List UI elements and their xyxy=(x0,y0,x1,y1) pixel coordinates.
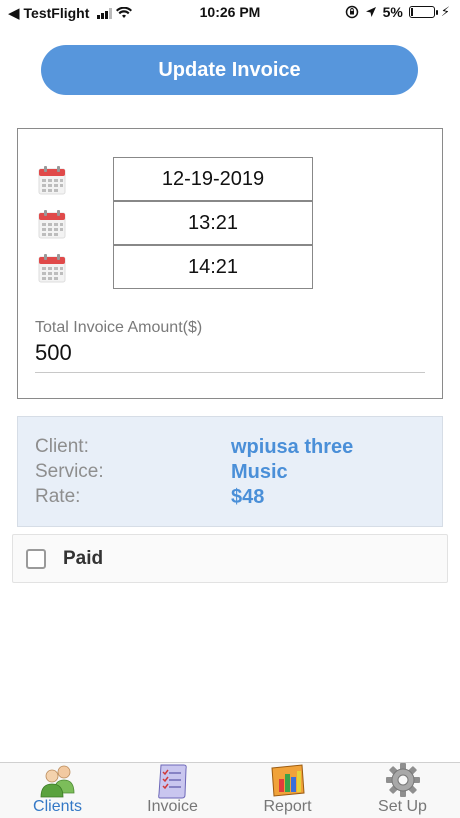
charging-bolt-icon: ⚡ xyxy=(440,4,450,19)
status-right: 5% ⚡ xyxy=(345,4,450,20)
gear-icon xyxy=(385,763,420,797)
tab-clients-label: Clients xyxy=(33,798,82,815)
date-row: 12-19-2019 xyxy=(18,157,442,201)
clients-icon xyxy=(40,765,74,798)
cellular-signal-icon xyxy=(97,7,113,19)
tab-bar: Clients Invoice Report Set Up xyxy=(0,762,460,818)
update-invoice-button[interactable]: Update Invoice xyxy=(41,45,418,95)
rotation-lock-icon xyxy=(345,5,358,19)
rate-label: Rate: xyxy=(35,486,81,507)
tab-clients[interactable]: Clients xyxy=(0,763,115,818)
wifi-icon xyxy=(116,7,133,18)
battery-icon xyxy=(408,6,438,18)
status-bar: ◀ TestFlight 10:26 PM 5% ⚡ xyxy=(0,0,460,26)
tab-invoice-label: Invoice xyxy=(147,798,198,815)
total-amount-input[interactable]: 500 xyxy=(35,340,72,366)
battery-percent: 5% xyxy=(382,4,403,20)
status-left: ◀ TestFlight xyxy=(8,4,133,22)
tab-report-label: Report xyxy=(263,798,312,815)
location-arrow-icon xyxy=(365,7,376,17)
client-label: Client: xyxy=(35,436,89,457)
end-time-field[interactable]: 14:21 xyxy=(113,245,313,289)
tab-report[interactable]: Report xyxy=(230,763,345,818)
calendar-icon[interactable] xyxy=(38,253,66,283)
client-details-panel: Client: wpiusa three Service: Music Rate… xyxy=(17,416,443,527)
rate-value: $48 xyxy=(231,486,265,508)
paid-row[interactable]: Paid xyxy=(12,534,448,583)
invoice-icon xyxy=(157,764,187,799)
report-icon xyxy=(270,764,305,797)
service-label: Service: xyxy=(35,461,104,482)
start-time-field[interactable]: 13:21 xyxy=(113,201,313,245)
total-amount-label: Total Invoice Amount($) xyxy=(35,319,203,336)
start-time-row: 13:21 xyxy=(18,201,442,245)
total-amount-underline xyxy=(35,372,425,373)
client-value: wpiusa three xyxy=(231,436,354,458)
end-time-row: 14:21 xyxy=(18,245,442,289)
tab-invoice[interactable]: Invoice xyxy=(115,763,230,818)
service-value: Music xyxy=(231,461,288,483)
calendar-icon[interactable] xyxy=(38,165,66,195)
paid-checkbox[interactable] xyxy=(26,549,46,569)
back-chevron-icon[interactable]: ◀ xyxy=(8,4,20,22)
date-field[interactable]: 12-19-2019 xyxy=(113,157,313,201)
tab-setup[interactable]: Set Up xyxy=(345,763,460,818)
back-app-label[interactable]: TestFlight xyxy=(24,5,90,21)
invoice-datetime-card: 12-19-2019 13:21 14:21 Total Invoice Amo… xyxy=(17,128,443,399)
tab-setup-label: Set Up xyxy=(378,798,427,815)
calendar-icon[interactable] xyxy=(38,209,66,239)
paid-label: Paid xyxy=(63,548,104,569)
